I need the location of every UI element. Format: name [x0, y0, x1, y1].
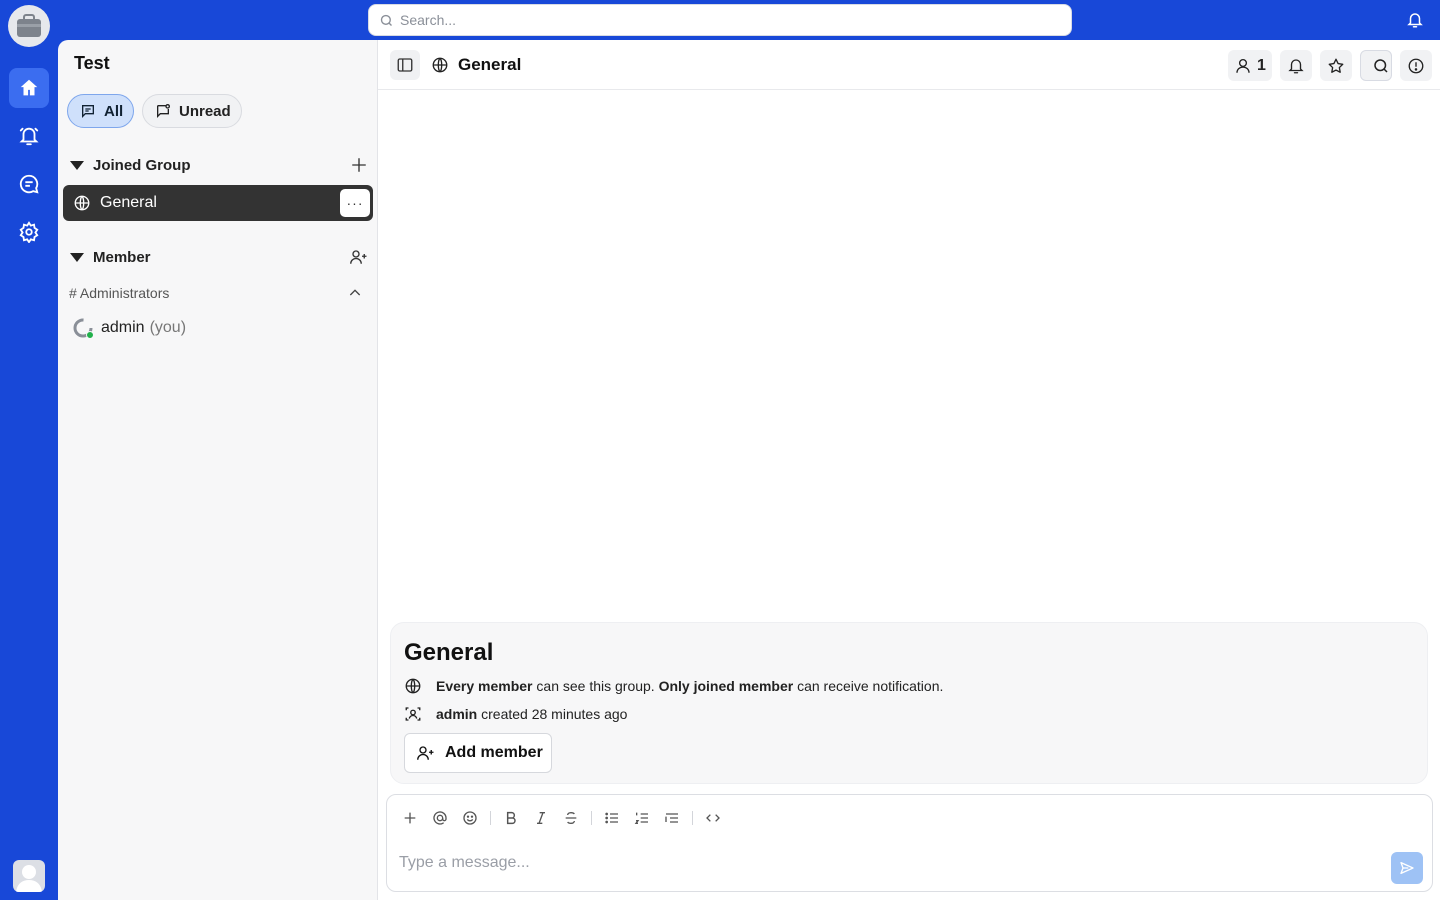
global-search[interactable] — [368, 4, 1072, 36]
send-icon — [1399, 860, 1415, 876]
rail-notifications-button[interactable] — [9, 116, 49, 156]
bold-icon[interactable] — [501, 808, 521, 828]
role-label: # Administrators — [69, 285, 170, 301]
chat-main: General 1 General Every member can see t… — [378, 40, 1440, 900]
creator-name: admin — [436, 706, 478, 722]
channel-notifications-button[interactable] — [1280, 50, 1312, 81]
send-button[interactable] — [1391, 852, 1423, 884]
favorite-button[interactable] — [1320, 50, 1352, 81]
user-avatar[interactable] — [13, 860, 45, 892]
member-you-suffix: (you) — [149, 319, 187, 336]
indent-list-icon[interactable] — [662, 808, 682, 828]
left-rail — [0, 0, 58, 900]
channel-sidebar: Test All Unread Joined Group General ···… — [58, 40, 378, 900]
user-icon — [1234, 57, 1252, 75]
numbered-list-icon[interactable] — [632, 808, 652, 828]
visibility-bold-2: Only joined member — [658, 678, 794, 694]
visibility-line: Every member can see this group. Only jo… — [404, 677, 943, 695]
search-icon — [1372, 57, 1390, 75]
emoji-icon[interactable] — [460, 808, 480, 828]
globe-icon — [404, 677, 424, 695]
toggle-sidebar-button[interactable] — [390, 50, 420, 80]
rail-messages-button[interactable] — [9, 164, 49, 204]
visibility-text-2: can receive notification. — [793, 678, 944, 694]
member-label: Member — [93, 248, 151, 266]
member-name: admin — [101, 319, 145, 336]
member-avatar — [73, 318, 94, 339]
unread-message-icon — [155, 103, 171, 119]
online-status-dot — [86, 331, 94, 339]
joined-group-section-header[interactable]: Joined Group — [70, 153, 370, 177]
star-icon — [1327, 57, 1345, 75]
filter-all-button[interactable]: All — [67, 94, 134, 128]
role-group-administrators[interactable]: # Administrators — [69, 283, 369, 303]
chat-bubble-icon — [18, 173, 40, 195]
bell-icon — [18, 125, 40, 147]
rail-home-button[interactable] — [9, 68, 49, 108]
mention-icon[interactable] — [430, 808, 450, 828]
app-logo[interactable] — [8, 5, 50, 47]
bell-icon — [1287, 57, 1305, 75]
top-bar — [0, 0, 1440, 40]
created-line: admin created 28 minutes ago — [404, 705, 627, 723]
gear-icon — [18, 221, 40, 243]
message-composer — [386, 794, 1433, 892]
italic-icon[interactable] — [531, 808, 551, 828]
channel-header: General 1 — [378, 40, 1440, 90]
invite-member-button[interactable] — [348, 246, 370, 268]
filter-unread-label: Unread — [179, 102, 231, 120]
message-input[interactable] — [399, 851, 1359, 875]
globe-icon — [73, 194, 91, 212]
briefcase-icon — [15, 13, 43, 39]
toolbar-divider — [591, 811, 592, 825]
add-member-label: Add member — [445, 744, 543, 761]
visibility-text-1: can see this group. — [532, 678, 659, 694]
channel-title: General — [458, 55, 522, 74]
formatting-toolbar — [400, 808, 733, 828]
channel-name: General — [100, 194, 157, 211]
info-icon — [1407, 57, 1425, 75]
created-text: created 28 minutes ago — [477, 706, 628, 722]
channel-intro-card: General Every member can see this group.… — [390, 622, 1428, 784]
code-icon[interactable] — [703, 808, 723, 828]
strikethrough-icon[interactable] — [561, 808, 581, 828]
sidebar-toggle-icon — [396, 56, 414, 74]
toolbar-divider — [692, 811, 693, 825]
add-member-button[interactable]: Add member — [404, 733, 552, 773]
member-item[interactable]: admin (you) — [73, 316, 186, 340]
home-icon — [18, 77, 40, 99]
channel-search-button[interactable] — [1360, 50, 1392, 81]
message-square-icon — [80, 103, 96, 119]
filter-all-label: All — [104, 102, 124, 120]
member-section-header[interactable]: Member — [70, 245, 370, 269]
channel-info-button[interactable] — [1400, 50, 1432, 81]
filter-unread-button[interactable]: Unread — [142, 94, 242, 128]
channel-more-button[interactable]: ··· — [340, 189, 370, 217]
search-icon — [379, 13, 394, 28]
joined-group-label: Joined Group — [93, 156, 191, 174]
rail-settings-button[interactable] — [9, 212, 49, 252]
visibility-bold-1: Every member — [436, 678, 533, 694]
workspace-title: Test — [74, 53, 110, 73]
caret-down-icon — [70, 252, 84, 262]
caret-down-icon — [70, 160, 84, 170]
members-button[interactable]: 1 — [1228, 50, 1272, 81]
member-count: 1 — [1257, 56, 1266, 74]
plus-icon[interactable] — [400, 808, 420, 828]
chevron-up-icon[interactable] — [347, 285, 363, 301]
intro-title: General — [404, 639, 494, 666]
globe-icon — [431, 56, 449, 74]
bullet-list-icon[interactable] — [602, 808, 622, 828]
add-group-button[interactable] — [348, 154, 370, 176]
toolbar-divider — [490, 811, 491, 825]
user-plus-icon — [416, 744, 436, 762]
notifications-bell-icon[interactable] — [1406, 11, 1424, 29]
user-scan-icon — [404, 705, 424, 723]
search-input[interactable] — [400, 12, 1040, 28]
channel-item-general[interactable]: General ··· — [63, 185, 373, 221]
